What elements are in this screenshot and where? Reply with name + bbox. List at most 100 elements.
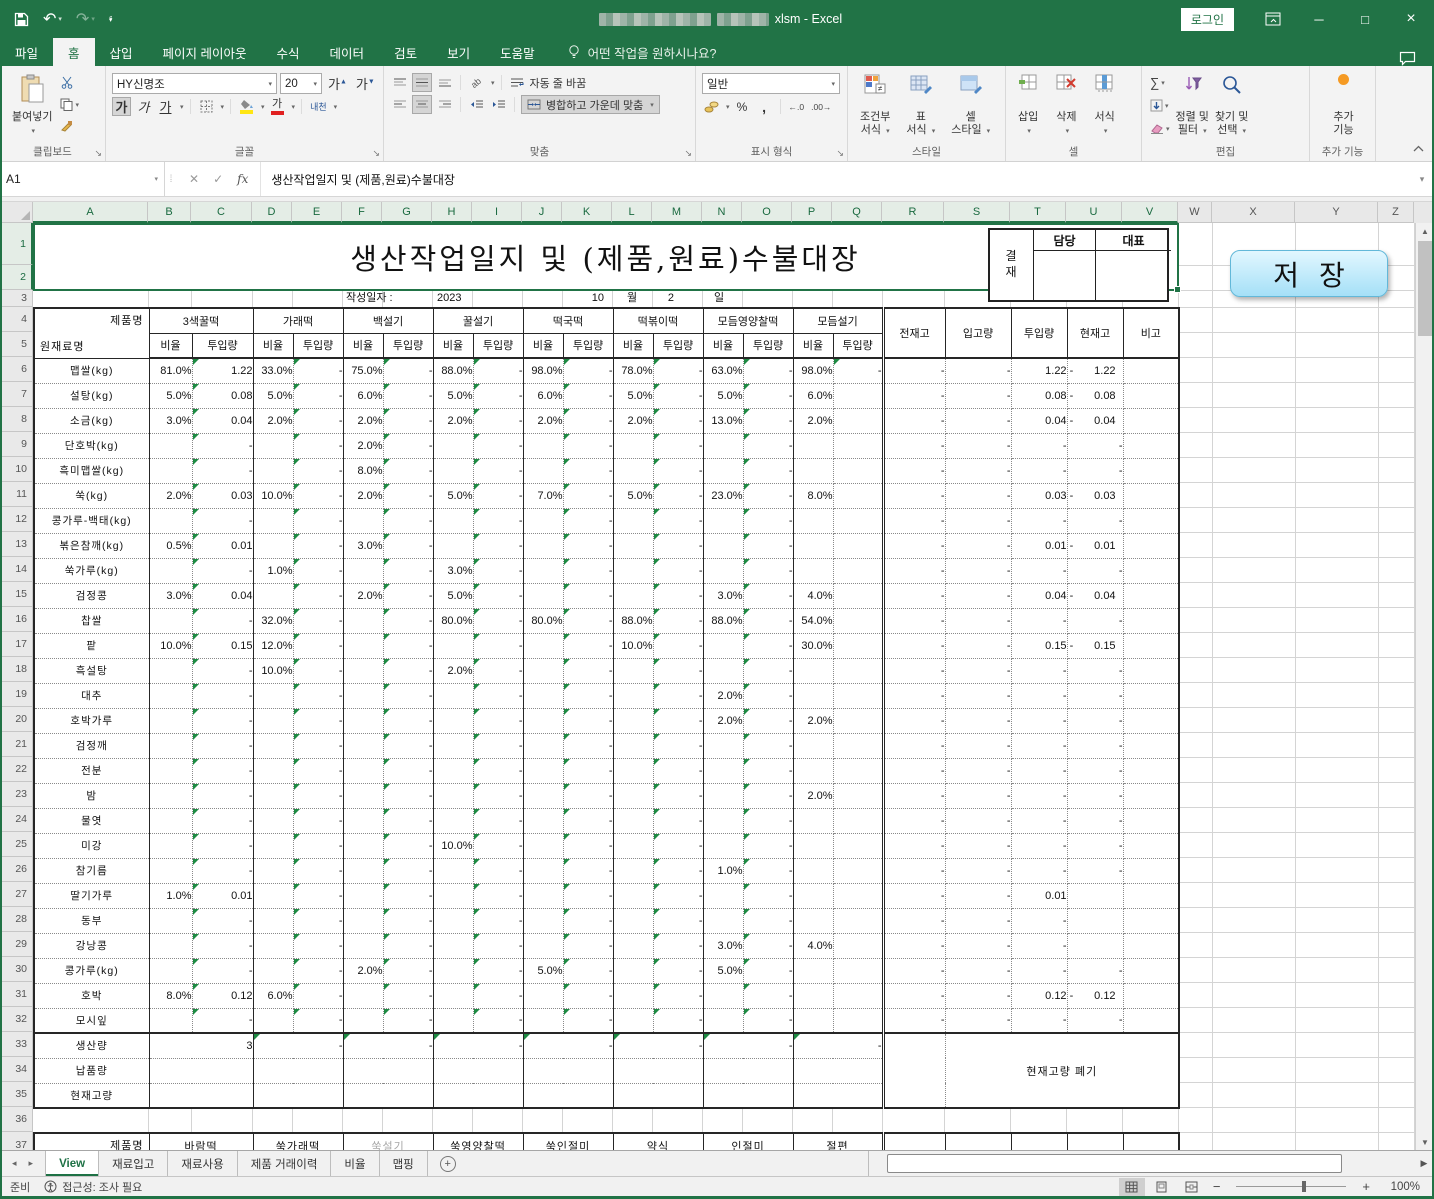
ratio-cell[interactable] [433,433,473,458]
ratio-cell[interactable] [793,658,833,683]
orientation-button[interactable]: ab [467,73,486,92]
input-cell[interactable]: - [653,533,703,558]
input-cell[interactable]: - [473,658,523,683]
row-header-23[interactable]: 23 [0,782,33,807]
ratio-cell[interactable]: 2.0% [343,958,383,983]
row-header-24[interactable]: 24 [0,807,33,832]
input-cell[interactable]: - [653,933,703,958]
corner-cell[interactable]: 제품명 [34,1133,149,1150]
ingredient-name[interactable]: 검정깨 [34,733,149,758]
incoming-cell[interactable]: - [945,383,1011,408]
current-stock-cell[interactable]: -0.04 [1067,408,1123,433]
input-cell[interactable]: - [653,583,703,608]
input-cell[interactable]: - [653,508,703,533]
input-cell[interactable] [833,533,883,558]
row-header-27[interactable]: 27 [0,882,33,907]
current-stock-cell[interactable]: - [1067,833,1123,858]
row-header-26[interactable]: 26 [0,857,33,882]
input-header[interactable]: 투입량 [833,333,883,358]
input-cell[interactable]: - [293,583,343,608]
input-cell[interactable]: - [192,783,253,808]
row-header-4[interactable]: 4 [0,307,33,332]
input-cell[interactable]: - [743,558,793,583]
current-stock-cell[interactable]: -1.22 [1067,358,1123,383]
footer-row-label[interactable]: 생산량 [34,1033,149,1058]
enter-icon[interactable]: ✓ [213,172,223,186]
input-cell[interactable] [833,858,883,883]
incoming-cell[interactable]: - [945,1008,1011,1033]
ratio-cell[interactable]: 2.0% [343,483,383,508]
input-cell[interactable] [833,508,883,533]
footer-value-cell[interactable] [343,1083,433,1108]
input-cell[interactable]: - [563,958,613,983]
comment-icon[interactable] [1399,51,1416,66]
ratio-cell[interactable] [343,733,383,758]
column-header-C[interactable]: C [191,202,252,223]
current-stock-cell[interactable]: - [1067,1008,1123,1033]
input-cell[interactable]: - [563,658,613,683]
input-cell[interactable]: - [653,458,703,483]
ratio-cell[interactable] [613,458,653,483]
ratio-cell[interactable] [343,658,383,683]
ratio-cell[interactable] [433,533,473,558]
row-header-20[interactable]: 20 [0,707,33,732]
paste-button[interactable]: 붙여넣기▾ [6,70,58,142]
prev-stock-cell[interactable]: - [883,883,945,908]
ratio-cell[interactable] [253,783,293,808]
ingredient-name[interactable]: 흑설탕 [34,658,149,683]
input-cell[interactable]: - [192,558,253,583]
input-cell[interactable]: - [473,733,523,758]
ratio-cell[interactable] [149,958,192,983]
input-cell[interactable]: - [743,708,793,733]
ratio-cell[interactable] [253,908,293,933]
alignment-dialog-launcher-icon[interactable]: ↘ [684,148,692,159]
ingredient-name[interactable]: 쑥가루(kg) [34,558,149,583]
ratio-cell[interactable]: 5.0% [433,483,473,508]
input-header[interactable]: 투입량 [473,333,523,358]
ratio-cell[interactable]: 78.0% [613,358,653,383]
current-stock-cell[interactable]: - [1067,708,1123,733]
prev-stock-cell[interactable]: - [883,733,945,758]
used-cell[interactable]: 1.22 [1011,358,1067,383]
ratio-cell[interactable]: 54.0% [793,608,833,633]
input-cell[interactable]: - [192,458,253,483]
input-cell[interactable] [833,458,883,483]
input-cell[interactable]: - [743,858,793,883]
inventory-header[interactable]: 투입량 [1011,308,1067,358]
input-cell[interactable]: - [383,558,433,583]
ingredient-name[interactable]: 흑미맵쌀(kg) [34,458,149,483]
remark-cell[interactable] [1123,458,1179,483]
column-header-H[interactable]: H [432,202,472,223]
ratio-cell[interactable] [703,808,743,833]
column-header-M[interactable]: M [652,202,702,223]
ratio-cell[interactable]: 3.0% [343,533,383,558]
ratio-cell[interactable] [433,508,473,533]
input-cell[interactable]: - [743,983,793,1008]
ratio-header[interactable]: 비율 [793,333,833,358]
ratio-cell[interactable]: 98.0% [793,358,833,383]
expand-formula-bar-icon[interactable]: ▾ [1410,162,1434,196]
ratio-cell[interactable]: 33.0% [253,358,293,383]
phonetic-button[interactable]: 내천 [308,97,329,116]
cut-button[interactable] [60,74,79,91]
ratio-cell[interactable] [793,758,833,783]
row-header-22[interactable]: 22 [0,757,33,782]
inventory-header[interactable]: 전재고 [883,308,945,358]
ratio-cell[interactable]: 10.0% [253,658,293,683]
input-cell[interactable]: - [743,458,793,483]
row-header-25[interactable]: 25 [0,832,33,857]
used-cell[interactable]: - [1011,458,1067,483]
undo-button[interactable]: ↶▾ [43,9,62,29]
vertical-scroll-thumb[interactable] [1418,241,1432,336]
product-header[interactable]: 쑥영양찰떡 [433,1133,523,1150]
ratio-cell[interactable] [149,758,192,783]
input-cell[interactable]: - [743,508,793,533]
ratio-cell[interactable] [149,808,192,833]
input-cell[interactable]: - [473,883,523,908]
row-header-29[interactable]: 29 [0,932,33,957]
prev-stock-cell[interactable]: - [883,983,945,1008]
ratio-cell[interactable] [149,508,192,533]
input-cell[interactable] [833,833,883,858]
input-cell[interactable]: - [563,608,613,633]
ratio-cell[interactable] [613,683,653,708]
